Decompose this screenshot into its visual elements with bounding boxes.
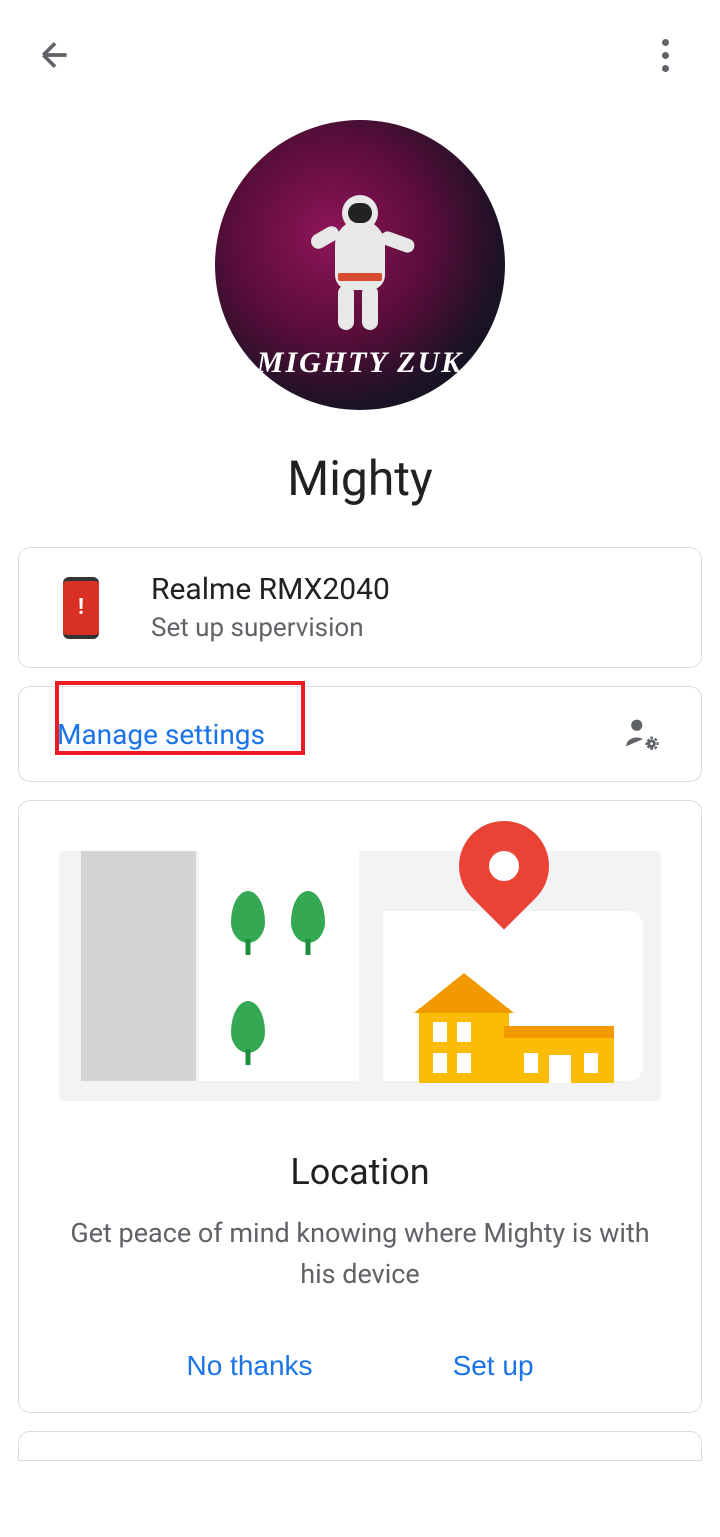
more-options-button[interactable] xyxy=(640,30,690,80)
profile-name: Mighty xyxy=(287,450,432,507)
phone-alert-icon: ! xyxy=(63,577,99,639)
manage-settings-link[interactable]: Manage settings xyxy=(57,718,265,751)
device-name: Realme RMX2040 xyxy=(151,572,657,607)
set-up-button[interactable]: Set up xyxy=(453,1350,534,1382)
user-gear-icon xyxy=(621,713,663,755)
location-illustration xyxy=(59,851,661,1101)
location-description: Get peace of mind knowing where Mighty i… xyxy=(59,1213,661,1294)
avatar-text: MIGHTY ZUK xyxy=(257,346,463,380)
no-thanks-button[interactable]: No thanks xyxy=(186,1350,312,1382)
map-pin-icon xyxy=(459,821,549,941)
device-card[interactable]: ! Realme RMX2040 Set up supervision xyxy=(18,547,702,668)
partial-next-card xyxy=(18,1431,702,1461)
profile-section: MIGHTY ZUK Mighty xyxy=(0,100,720,547)
astronaut-icon xyxy=(300,185,420,345)
manage-settings-card[interactable]: Manage settings xyxy=(18,686,702,782)
back-button[interactable] xyxy=(30,30,80,80)
device-subtitle: Set up supervision xyxy=(151,613,657,643)
location-card: Location Get peace of mind knowing where… xyxy=(18,800,702,1413)
avatar[interactable]: MIGHTY ZUK xyxy=(215,120,505,410)
more-vertical-icon xyxy=(662,39,669,46)
arrow-left-icon xyxy=(35,35,75,75)
location-title: Location xyxy=(59,1151,661,1193)
